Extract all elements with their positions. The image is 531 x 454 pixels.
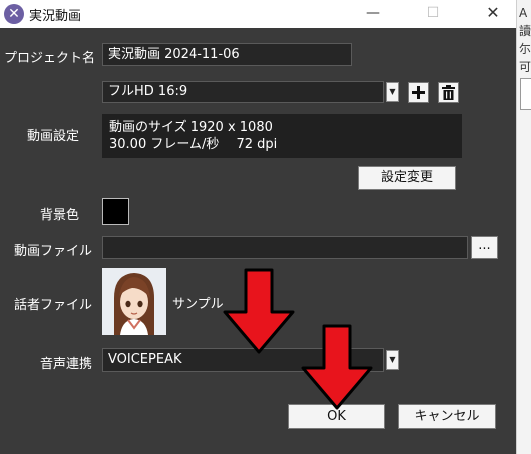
maximize-button[interactable]: ☐ (410, 0, 456, 28)
video-size-text: 動画のサイズ 1920 x 1080 (109, 120, 273, 135)
project-name-label: プロジェクト名 (4, 51, 96, 66)
background-color-label: 背景色 (40, 208, 80, 223)
background-box (520, 78, 531, 110)
add-preset-button[interactable] (408, 82, 429, 103)
window-title: 実況動画 (29, 9, 82, 24)
speaker-name: サンプル (172, 297, 224, 312)
trash-icon (442, 85, 455, 100)
background-text: 可 (519, 60, 531, 74)
project-name-input[interactable]: 実況動画 2024-11-06 (102, 43, 352, 66)
close-button[interactable]: ✕ (470, 0, 516, 28)
cancel-button[interactable]: キャンセル (398, 404, 496, 429)
preset-select[interactable]: フルHD 16:9 (102, 81, 384, 103)
background-color-swatch[interactable] (102, 198, 129, 225)
annotation-arrow-down-icon (301, 324, 373, 410)
speaker-avatar[interactable] (102, 268, 166, 335)
annotation-arrow-down-icon (223, 268, 295, 354)
background-text: 讀 (519, 24, 531, 38)
browse-button[interactable]: ... (471, 236, 498, 259)
video-file-label: 動画ファイル (14, 244, 93, 259)
change-settings-button[interactable]: 設定変更 (358, 166, 456, 190)
video-settings-info: 動画のサイズ 1920 x 1080 30.00 フレーム/秒 72 dpi (102, 114, 462, 158)
delete-preset-button[interactable] (438, 82, 459, 103)
background-window: A 讀 尓 可 (516, 0, 531, 454)
chevron-down-icon[interactable]: ▼ (386, 350, 399, 370)
plus-icon (412, 86, 425, 99)
title-bar: ✕ 実況動画 — ☐ ✕ (0, 0, 516, 28)
background-text: A (519, 6, 528, 20)
voice-link-label: 音声連携 (40, 357, 93, 372)
video-framerate-text: 30.00 フレーム/秒 72 dpi (109, 137, 278, 152)
minimize-button[interactable]: — (350, 0, 396, 28)
background-text: 尓 (519, 42, 531, 56)
app-icon: ✕ (4, 4, 24, 24)
speaker-file-label: 話者ファイル (14, 298, 93, 313)
video-settings-label: 動画設定 (27, 129, 80, 144)
project-dialog: ✕ 実況動画 — ☐ ✕ プロジェクト名 実況動画 2024-11-06 フルH… (0, 0, 516, 454)
chevron-down-icon[interactable]: ▼ (386, 82, 399, 102)
speaker-avatar-image (102, 268, 166, 335)
video-file-input[interactable] (102, 236, 468, 259)
